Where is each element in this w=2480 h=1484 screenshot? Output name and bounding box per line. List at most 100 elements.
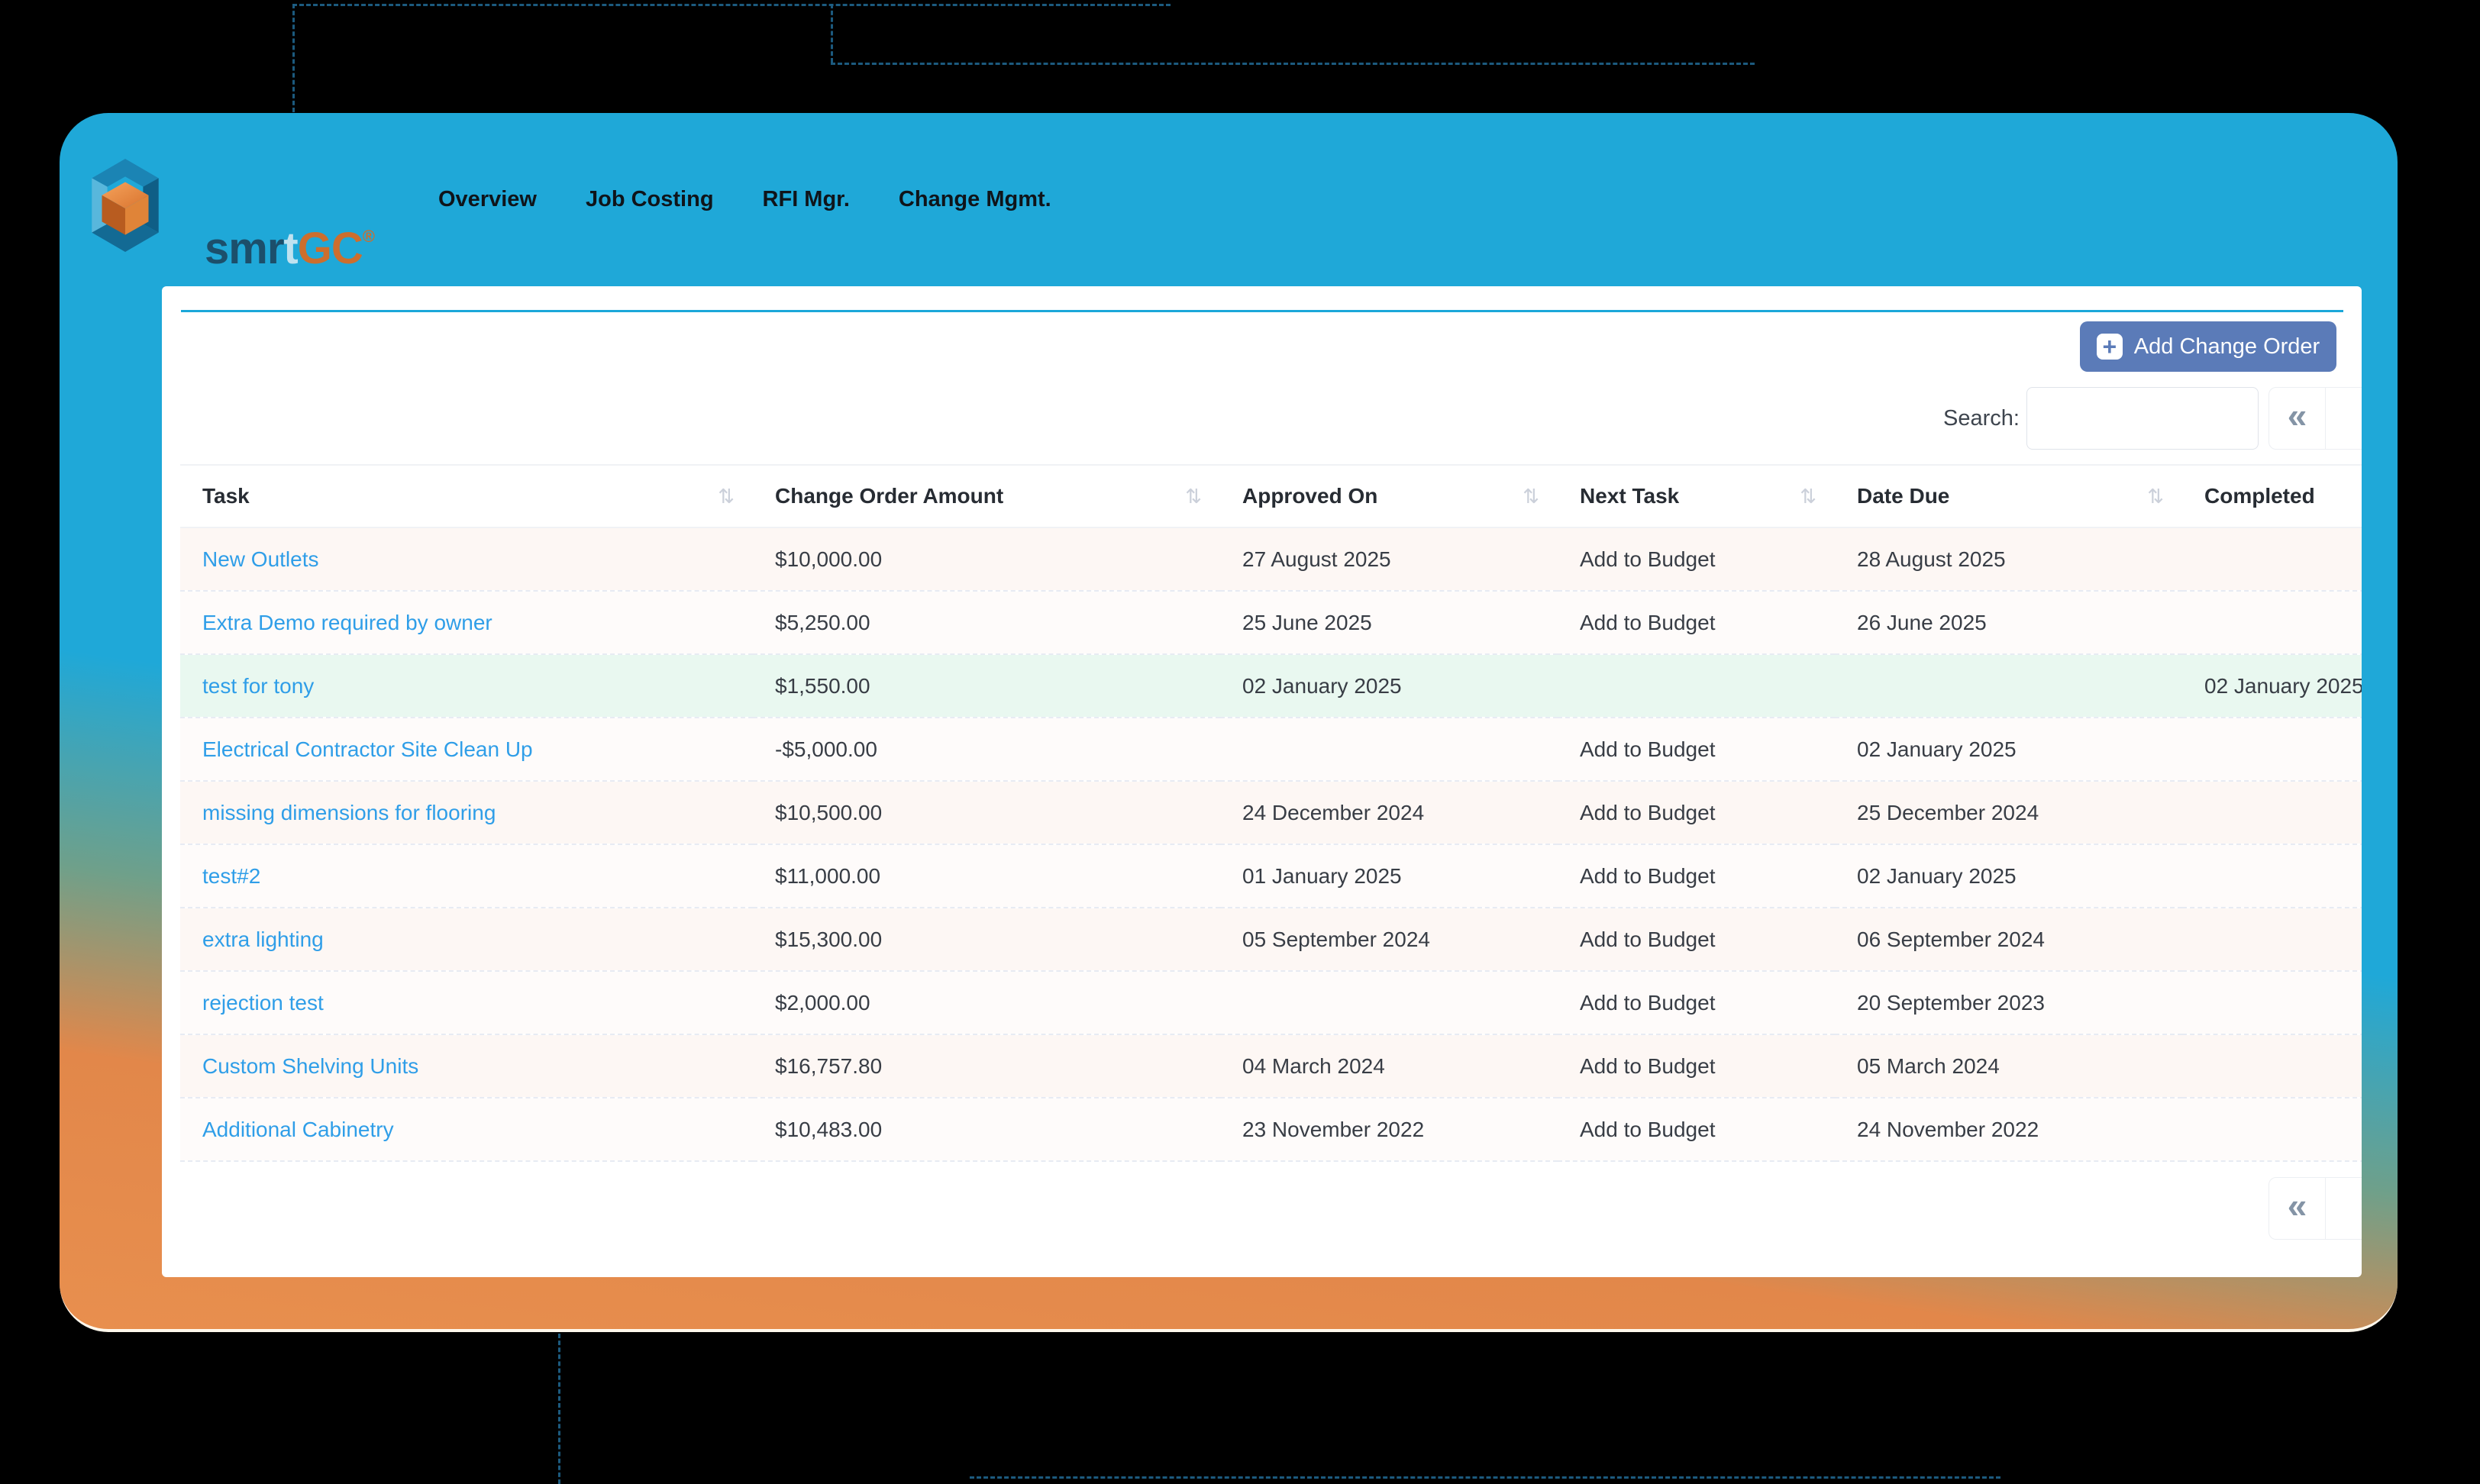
col-header-approved-on[interactable]: Approved On ⇅ <box>1220 464 1558 528</box>
cell-change-order-amount: $2,000.00 <box>753 971 1220 1035</box>
cell-change-order-amount: $16,757.80 <box>753 1034 1220 1098</box>
cell-change-order-amount: $10,000.00 <box>753 527 1220 592</box>
cell-completed <box>2182 781 2362 845</box>
deco-dashed-line <box>558 1334 560 1484</box>
task-link[interactable]: Custom Shelving Units <box>202 1054 418 1078</box>
cell-completed <box>2182 1034 2362 1098</box>
cell-task: test#2 <box>180 844 753 908</box>
task-link[interactable]: Additional Cabinetry <box>202 1118 394 1141</box>
cell-task: test for tony <box>180 654 753 718</box>
cell-date-due: 20 September 2023 <box>1835 971 2182 1035</box>
cell-date-due: 24 November 2022 <box>1835 1098 2182 1162</box>
cell-task: New Outlets <box>180 527 753 592</box>
table-row: extra lighting $15,300.00 05 September 2… <box>180 908 2362 972</box>
task-link[interactable]: missing dimensions for flooring <box>202 801 496 824</box>
cell-completed <box>2182 527 2362 592</box>
add-change-order-button[interactable]: + Add Change Order <box>2080 321 2336 372</box>
active-tab-underline <box>181 310 2343 312</box>
cell-completed <box>2182 908 2362 972</box>
table-row: test for tony $1,550.00 02 January 2025 … <box>180 654 2362 718</box>
pagination-prev-button[interactable]: « <box>2268 1177 2326 1240</box>
col-header-completed[interactable]: Completed⇅ <box>2182 464 2362 528</box>
cell-task: Custom Shelving Units <box>180 1034 753 1098</box>
table-header-row: Task ⇅ Change Order Amount ⇅ Approved On ⇅ … <box>180 464 2362 528</box>
cell-next-task: Add to Budget <box>1558 1098 1835 1162</box>
col-header-next-task[interactable]: Next Task ⇅ <box>1558 464 1835 528</box>
col-header-label: Completed <box>2204 484 2315 508</box>
task-link[interactable]: rejection test <box>202 991 324 1015</box>
task-link[interactable]: Electrical Contractor Site Clean Up <box>202 737 533 761</box>
pagination-prev-button[interactable]: « <box>2268 387 2326 450</box>
cell-approved-on: 27 August 2025 <box>1220 527 1558 592</box>
cell-approved-on: 25 June 2025 <box>1220 591 1558 655</box>
page-background: { "brand": { "word_smr": "smr", "word_t"… <box>0 0 2480 1484</box>
add-change-order-label: Add Change Order <box>2133 334 2320 359</box>
cell-completed: 02 January 2025 <box>2182 654 2362 718</box>
col-header-label: Task <box>202 484 250 508</box>
pagination-next-button[interactable] <box>2326 387 2362 450</box>
task-link[interactable]: extra lighting <box>202 928 324 951</box>
cell-approved-on: 23 November 2022 <box>1220 1098 1558 1162</box>
table-row: Additional Cabinetry $10,483.00 23 Novem… <box>180 1098 2362 1162</box>
cell-date-due: 26 June 2025 <box>1835 591 2182 655</box>
cell-next-task: Add to Budget <box>1558 1034 1835 1098</box>
cell-task: Extra Demo required by owner <box>180 591 753 655</box>
table-row: test#2 $11,000.00 01 January 2025 Add to… <box>180 844 2362 908</box>
plus-square-icon: + <box>2096 334 2123 360</box>
col-header-date-due[interactable]: Date Due ⇅ <box>1835 464 2182 528</box>
top-nav: Overview Job Costing RFI Mgr. Change Mgm… <box>438 186 1051 212</box>
cell-change-order-amount: $1,550.00 <box>753 654 1220 718</box>
task-link[interactable]: test#2 <box>202 864 260 888</box>
table-row: New Outlets $10,000.00 27 August 2025 Ad… <box>180 527 2362 592</box>
nav-item-overview[interactable]: Overview <box>438 186 537 212</box>
sort-icon: ⇅ <box>1523 484 1539 508</box>
cell-change-order-amount: -$5,000.00 <box>753 718 1220 782</box>
cell-completed <box>2182 718 2362 782</box>
change-orders-card: + Add Change Order Search: « Task ⇅ Chang… <box>162 286 2362 1277</box>
cell-next-task: Add to Budget <box>1558 527 1835 592</box>
cell-date-due: 02 January 2025 <box>1835 718 2182 782</box>
nav-item-change-mgmt[interactable]: Change Mgmt. <box>899 186 1051 212</box>
nav-item-job-costing[interactable]: Job Costing <box>586 186 714 212</box>
task-link[interactable]: Extra Demo required by owner <box>202 611 492 634</box>
cell-completed <box>2182 1098 2362 1162</box>
cell-completed <box>2182 971 2362 1035</box>
cell-next-task: Add to Budget <box>1558 971 1835 1035</box>
cell-next-task: Add to Budget <box>1558 591 1835 655</box>
cell-next-task: Add to Budget <box>1558 718 1835 782</box>
brand-wordmark: smrtGC® <box>205 224 375 273</box>
col-header-task[interactable]: Task ⇅ <box>180 464 753 528</box>
cell-approved-on: 01 January 2025 <box>1220 844 1558 908</box>
task-link[interactable]: test for tony <box>202 674 314 698</box>
nav-item-rfi-mgr[interactable]: RFI Mgr. <box>763 186 850 212</box>
col-header-change-order-amount[interactable]: Change Order Amount ⇅ <box>753 464 1220 528</box>
table-row: rejection test $2,000.00 Add to Budget 2… <box>180 971 2362 1035</box>
change-orders-table-wrap: Task ⇅ Change Order Amount ⇅ Approved On ⇅ … <box>180 464 2362 1163</box>
cell-date-due: 02 January 2025 <box>1835 844 2182 908</box>
sort-icon: ⇅ <box>718 484 735 508</box>
cell-next-task: Add to Budget <box>1558 908 1835 972</box>
sort-icon: ⇅ <box>1185 484 1202 508</box>
deco-dashed-line <box>292 4 295 112</box>
cell-next-task: Add to Budget <box>1558 844 1835 908</box>
cell-next-task: Add to Budget <box>1558 781 1835 845</box>
cell-task: Additional Cabinetry <box>180 1098 753 1162</box>
change-orders-table: Task ⇅ Change Order Amount ⇅ Approved On ⇅ … <box>180 464 2362 1162</box>
cube-logo-icon <box>92 159 159 252</box>
pagination-next-button[interactable] <box>2326 1177 2362 1240</box>
search-input[interactable] <box>2026 387 2259 450</box>
cell-date-due: 05 March 2024 <box>1835 1034 2182 1098</box>
cell-task: extra lighting <box>180 908 753 972</box>
col-header-label: Change Order Amount <box>775 484 1004 508</box>
deco-dashed-line <box>831 4 833 63</box>
pagination-bottom: « <box>2268 1177 2362 1240</box>
cell-change-order-amount: $10,483.00 <box>753 1098 1220 1162</box>
sort-icon: ⇅ <box>1800 484 1816 508</box>
cell-date-due: 25 December 2024 <box>1835 781 2182 845</box>
deco-dashed-line <box>970 1476 2000 1479</box>
pagination-top: « <box>2268 387 2362 450</box>
cell-approved-on: 02 January 2025 <box>1220 654 1558 718</box>
col-header-label: Approved On <box>1242 484 1378 508</box>
cell-completed <box>2182 844 2362 908</box>
task-link[interactable]: New Outlets <box>202 547 319 571</box>
